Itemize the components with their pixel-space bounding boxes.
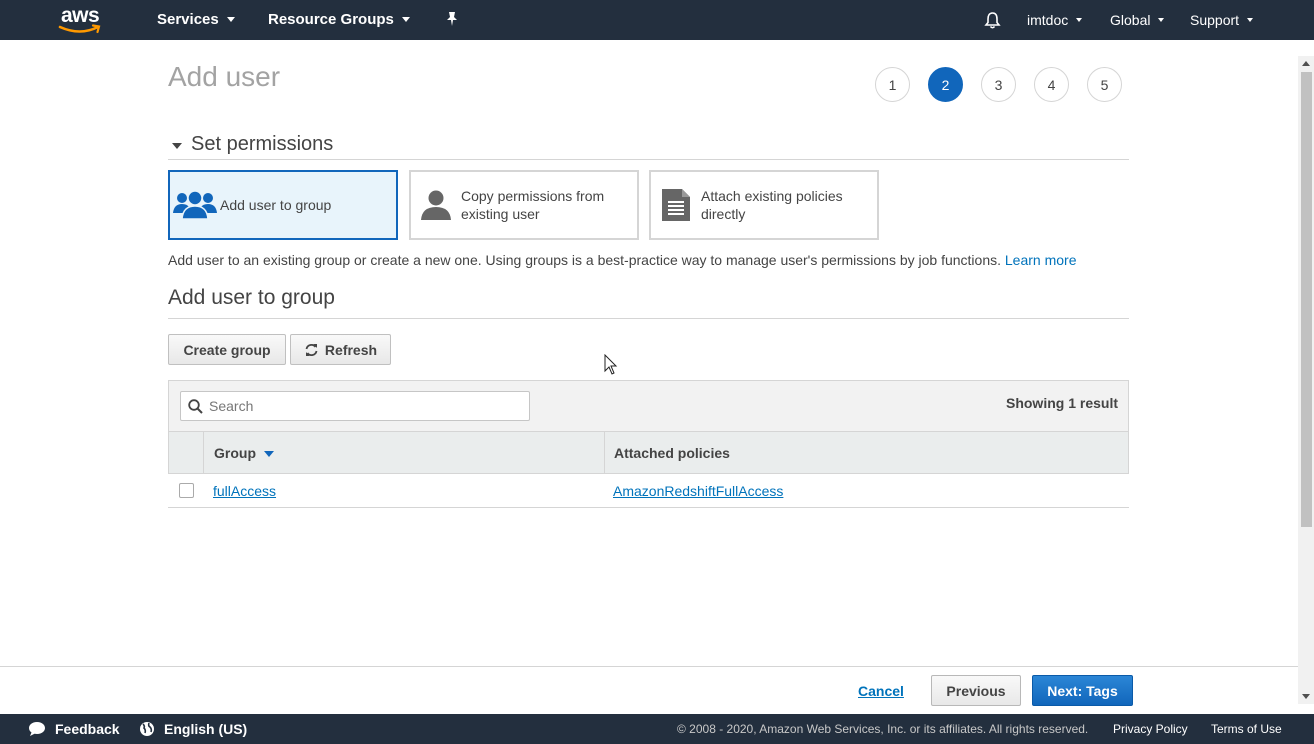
permissions-description: Add user to an existing group or create …: [168, 252, 1076, 268]
column-label: Group: [214, 444, 256, 461]
column-header-group[interactable]: Group: [204, 432, 605, 473]
table-toolbar: Search Showing 1 result: [168, 380, 1129, 432]
refresh-label: Refresh: [324, 341, 378, 358]
footer: Feedback English (US) © 2008 - 2020, Ama…: [0, 714, 1314, 744]
sort-desc-icon[interactable]: [264, 450, 274, 457]
language-label: English (US): [164, 721, 248, 737]
table-row: fullAccess AmazonRedshiftFullAccess: [168, 474, 1129, 508]
copyright-text: © 2008 - 2020, Amazon Web Services, Inc.…: [677, 722, 1089, 736]
step-2[interactable]: 2: [928, 67, 963, 102]
description-text: Add user to an existing group or create …: [168, 252, 1001, 268]
select-all-column: [169, 432, 204, 473]
aws-logo[interactable]: aws: [58, 4, 104, 36]
create-group-label: Create group: [183, 341, 271, 358]
option-add-user-to-group[interactable]: Add user to group: [168, 170, 398, 240]
services-label: Services: [157, 11, 219, 28]
create-group-button[interactable]: Create group: [168, 334, 286, 365]
previous-button[interactable]: Previous: [931, 675, 1021, 706]
chevron-down-icon: [226, 17, 235, 22]
user-icon: [411, 189, 461, 221]
support-menu[interactable]: Support: [1190, 12, 1254, 28]
privacy-policy-link[interactable]: Privacy Policy: [1113, 722, 1188, 736]
add-user-to-group-title: Add user to group: [168, 286, 1129, 319]
column-label: Attached policies: [614, 444, 730, 461]
table-header: Group Attached policies: [168, 431, 1129, 474]
support-label: Support: [1190, 12, 1240, 28]
chevron-down-icon: [1158, 18, 1165, 22]
scrollbar-thumb[interactable]: [1301, 72, 1312, 527]
search-input[interactable]: Search: [180, 391, 530, 421]
refresh-button[interactable]: Refresh: [290, 334, 391, 365]
speech-bubble-icon: [29, 722, 45, 736]
chevron-down-icon: [401, 17, 410, 22]
previous-label: Previous: [946, 682, 1006, 699]
bell-icon[interactable]: [984, 11, 1001, 29]
search-icon: [188, 398, 203, 414]
set-permissions-header[interactable]: Set permissions: [168, 130, 1129, 160]
policy-link[interactable]: AmazonRedshiftFullAccess: [613, 483, 783, 499]
option-attach-policies[interactable]: Attach existing policies directly: [649, 170, 879, 240]
column-header-policies: Attached policies: [605, 432, 1128, 473]
result-count: Showing 1 result: [1005, 395, 1118, 411]
account-label: imtdoc: [1027, 12, 1069, 28]
scroll-up-icon[interactable]: [1302, 61, 1310, 66]
step-1[interactable]: 1: [875, 67, 910, 102]
pin-icon[interactable]: [445, 11, 459, 27]
document-icon: [651, 188, 701, 222]
group-link[interactable]: fullAccess: [213, 483, 276, 499]
page-title: Add user: [168, 61, 281, 92]
wizard-action-bar: Cancel Previous Next: Tags: [0, 666, 1298, 714]
scroll-down-icon[interactable]: [1302, 694, 1310, 699]
option-label: Add user to group: [220, 197, 332, 213]
terms-of-use-link[interactable]: Terms of Use: [1211, 722, 1282, 736]
top-nav: aws Services Resource Groups imtdoc Glob…: [0, 0, 1314, 40]
cancel-button[interactable]: Cancel: [858, 683, 904, 699]
services-menu[interactable]: Services: [157, 11, 235, 28]
mouse-cursor-icon: [604, 353, 618, 381]
next-tags-button[interactable]: Next: Tags: [1032, 675, 1133, 706]
row-checkbox[interactable]: [179, 483, 194, 498]
step-4[interactable]: 4: [1034, 67, 1069, 102]
wizard-steps: 1 2 3 4 5: [875, 67, 1122, 102]
next-label: Next: Tags: [1047, 682, 1118, 699]
page-scrollbar[interactable]: [1298, 56, 1314, 704]
chevron-down-icon: [1247, 18, 1254, 22]
aws-smile-icon: [58, 24, 101, 34]
feedback-label: Feedback: [55, 721, 120, 737]
globe-icon: [140, 722, 154, 736]
search-placeholder: Search: [209, 398, 254, 414]
step-5[interactable]: 5: [1087, 67, 1122, 102]
resource-groups-menu[interactable]: Resource Groups: [268, 11, 410, 28]
users-group-icon: [170, 189, 220, 221]
option-copy-permissions[interactable]: Copy permissions from existing user: [409, 170, 639, 240]
option-label: Attach existing policies directly: [701, 188, 843, 222]
option-label: Copy permissions from existing user: [461, 188, 605, 222]
resource-groups-label: Resource Groups: [268, 11, 394, 28]
region-menu[interactable]: Global: [1110, 12, 1165, 28]
set-permissions-title: Set permissions: [191, 133, 334, 155]
step-3[interactable]: 3: [981, 67, 1016, 102]
learn-more-link[interactable]: Learn more: [1005, 252, 1077, 268]
refresh-icon: [305, 343, 318, 356]
region-label: Global: [1110, 12, 1151, 28]
collapse-triangle-icon: [172, 142, 182, 149]
chevron-down-icon: [1076, 18, 1083, 22]
language-selector[interactable]: English (US): [139, 721, 247, 737]
account-menu[interactable]: imtdoc: [1027, 12, 1083, 28]
feedback-button[interactable]: Feedback: [28, 721, 120, 737]
